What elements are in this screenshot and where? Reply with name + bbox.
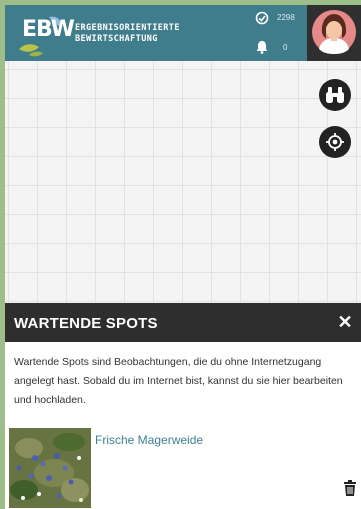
- logo-line-1: ERGEBNISORIENTIERTE: [75, 23, 180, 33]
- points-icon: [255, 11, 269, 25]
- notifications-count: 0: [283, 43, 288, 52]
- panel-header: WARTENDE SPOTS ✕: [5, 303, 361, 342]
- list-item[interactable]: Frische Magerweide: [9, 428, 359, 508]
- trash-icon[interactable]: [343, 480, 357, 496]
- app-header: EBW ERGEBNISORIENTIERTE BEWIRTSCHAFTUNG …: [5, 5, 361, 61]
- panel-description: Wartende Spots sind Beobachtungen, die d…: [14, 356, 343, 406]
- meadow-photo: [9, 428, 91, 508]
- panel-title: WARTENDE SPOTS: [14, 315, 158, 332]
- logo[interactable]: EBW ERGEBNISORIENTIERTE BEWIRTSCHAFTUNG: [15, 13, 215, 57]
- spot-thumbnail[interactable]: [9, 428, 91, 508]
- close-icon[interactable]: ✕: [335, 311, 355, 333]
- locate-icon: [326, 133, 344, 151]
- waiting-spots-panel: WARTENDE SPOTS ✕ Wartende Spots sind Beo…: [5, 303, 361, 509]
- spot-name[interactable]: Frische Magerweide: [95, 433, 203, 447]
- logo-line-2: BEWIRTSCHAFTUNG: [75, 34, 158, 44]
- avatar-button[interactable]: [307, 5, 361, 61]
- avatar: [312, 10, 356, 54]
- binoculars-icon: [326, 87, 344, 103]
- header-stats: 2298 0: [249, 7, 305, 59]
- points-count: 2298: [277, 13, 295, 22]
- app-frame: EBW ERGEBNISORIENTIERTE BEWIRTSCHAFTUNG …: [5, 5, 361, 509]
- binoculars-button[interactable]: [319, 79, 351, 111]
- logo-abbr: EBW: [22, 17, 75, 42]
- bell-icon[interactable]: [255, 40, 269, 54]
- map-area[interactable]: [5, 61, 361, 303]
- locate-button[interactable]: [319, 126, 351, 158]
- logo-subtitle: ERGEBNISORIENTIERTE BEWIRTSCHAFTUNG: [75, 23, 180, 45]
